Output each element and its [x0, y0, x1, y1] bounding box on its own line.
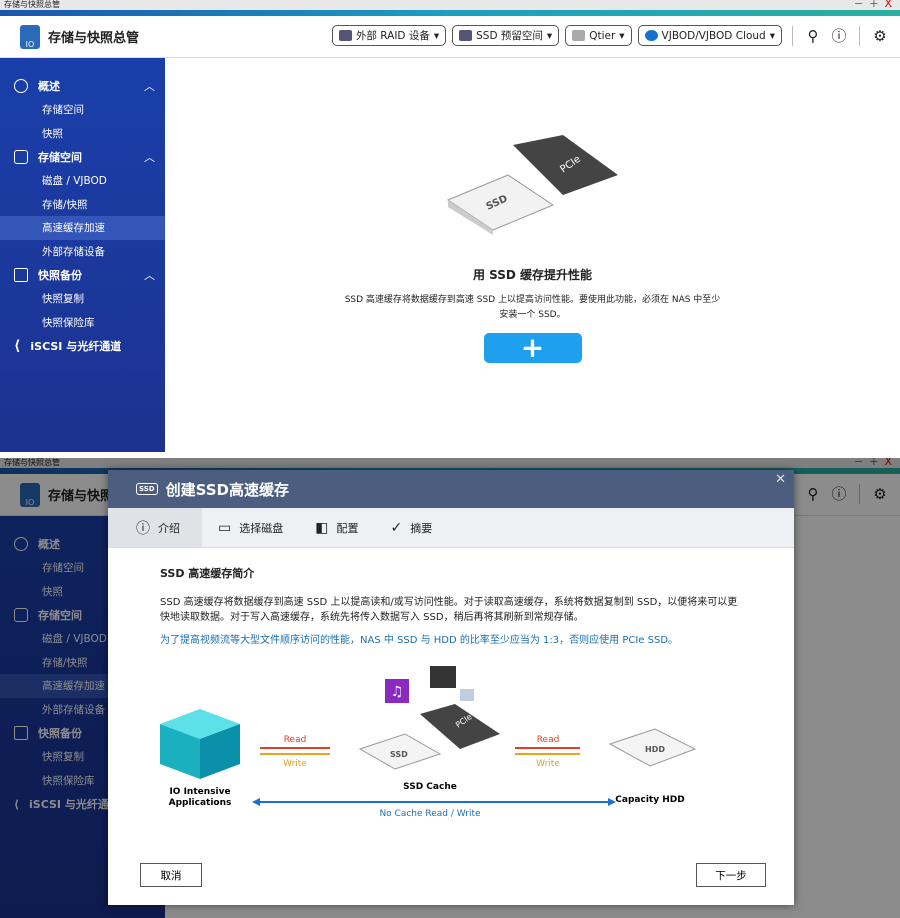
ssd-cache-diagram: IO Intensive Applications Read Write ♫ P… [140, 654, 720, 824]
capacity-hdd-label: Capacity HDD [615, 795, 684, 805]
app-header: IO 存储与快照总管 外部 RAID 设备 ▾ SSD 预留空间 ▾ Qtier… [0, 16, 900, 58]
vjbod-dropdown[interactable]: VJBOD/VJBOD Cloud ▾ [638, 25, 782, 46]
read-label: Read [284, 735, 307, 745]
ssd-overprovision-dropdown[interactable]: SSD 预留空间 ▾ [452, 25, 559, 46]
sidebar-item-external-storage[interactable]: 外部存储设备 [0, 240, 165, 264]
help-icon[interactable]: ⓘ [829, 25, 849, 46]
external-raid-dropdown[interactable]: 外部 RAID 设备 ▾ [332, 25, 446, 46]
group-label: 存储空间 [38, 149, 82, 165]
empty-title: 用 SSD 缓存提升性能 [165, 266, 900, 283]
no-cache-label: No Cache Read / Write [379, 809, 481, 819]
ssd-label: SSD [390, 750, 408, 759]
sidebar-group-iscsi[interactable]: ⟨ iSCSI 与光纤通道 [0, 334, 165, 358]
divider [859, 26, 860, 46]
ssd-cache-label: SSD Cache [403, 782, 457, 792]
bottom-screen: 存储与快照总管 −+X IO 存储与快照总管 ⚲ⓘ⚙ 概述 存储空间 快照 存储… [0, 458, 900, 918]
app-label: IO Intensive [169, 787, 230, 797]
app-cube-icon [160, 709, 240, 779]
qtier-icon [572, 30, 585, 41]
sidebar-item-cache-acceleration[interactable]: 高速缓存加速 [0, 216, 165, 240]
dropdown-label: 外部 RAID 设备 [356, 28, 430, 43]
sidebar-group-backup[interactable]: 快照备份 ︿ [0, 263, 165, 287]
group-label: 概述 [38, 78, 60, 94]
minimize-button[interactable]: − [854, 0, 863, 10]
qtier-dropdown[interactable]: Qtier ▾ [565, 25, 631, 46]
sidebar-group-overview[interactable]: 概述 ︿ [0, 74, 165, 98]
dashboard-icon [14, 79, 28, 93]
sidebar-group-storage[interactable]: 存储空间 ︿ [0, 145, 165, 169]
vjbod-icon [645, 30, 658, 41]
ratio-note: 为了提高视频流等大型文件顺序访问的性能，NAS 中 SSD 与 HDD 的比率至… [160, 633, 742, 648]
diagnostic-icon[interactable]: ⚲ [803, 27, 823, 45]
window-titlebar: 存储与快照总管 −+ X [0, 0, 900, 10]
divider [792, 26, 793, 46]
info-icon: ⓘ [136, 518, 150, 538]
arrow-left-icon: ⟨ [14, 338, 20, 354]
step-label: 摘要 [410, 520, 432, 536]
chevron-up-icon: ︿ [144, 267, 155, 283]
cancel-button[interactable]: 取消 [140, 863, 202, 887]
next-button[interactable]: 下一步 [696, 863, 766, 887]
add-cache-button[interactable]: + [484, 333, 582, 363]
empty-state: PCIe SSD 用 SSD 缓存提升性能 SSD 高速缓存将数据缓存到高速 S… [165, 135, 900, 363]
close-icon[interactable]: ✕ [775, 472, 786, 487]
dialog-title: 创建SSD高速缓存 [166, 479, 289, 500]
maximize-button[interactable]: + [869, 0, 878, 10]
intro-paragraph: SSD 高速缓存将数据缓存到高速 SSD 上以提高读和/或写访问性能。对于读取高… [160, 595, 742, 625]
close-button[interactable]: X [884, 0, 892, 10]
group-label: iSCSI 与光纤通道 [30, 338, 121, 354]
sidebar-item-storage-space[interactable]: 存储空间 [0, 98, 165, 122]
film-icon [430, 666, 456, 688]
top-screen: 存储与快照总管 −+X IO 存储与快照总管 外部 RAID 设备 ▾ SSD … [0, 0, 900, 452]
app-logo-icon: IO [20, 25, 40, 49]
config-icon: ◧ [315, 520, 328, 536]
empty-desc: SSD 高速缓存将数据缓存到高速 SSD 上以提高访问性能。要使用此功能，必须在… [165, 293, 900, 323]
gear-icon[interactable]: ⚙ [870, 27, 890, 45]
step-label: 介绍 [158, 520, 180, 536]
step-configure: ◧ 配置 [299, 508, 374, 547]
dropdown-label: VJBOD/VJBOD Cloud [662, 30, 766, 42]
cubes-icon [460, 689, 474, 701]
wizard-steps: ⓘ 介绍 ▭ 选择磁盘 ◧ 配置 ✓ 摘要 [108, 508, 794, 548]
sidebar-item-disks[interactable]: 磁盘 / VJBOD [0, 169, 165, 193]
write-label: Write [536, 759, 560, 769]
step-summary: ✓ 摘要 [374, 508, 448, 547]
window-title: 存储与快照总管 [4, 0, 60, 9]
write-label: Write [283, 759, 307, 769]
dialog-body: SSD 高速缓存简介 SSD 高速缓存将数据缓存到高速 SSD 上以提高读和/或… [108, 548, 794, 829]
ssd-illustration-icon: PCIe SSD [443, 135, 623, 235]
sidebar-item-snapshot-vault[interactable]: 快照保险库 [0, 311, 165, 335]
group-label: 快照备份 [38, 267, 82, 283]
step-label: 选择磁盘 [239, 520, 283, 536]
create-ssd-cache-dialog: SSD 创建SSD高速缓存 ✕ ⓘ 介绍 ▭ 选择磁盘 ◧ 配置 ✓ 摘要 SSD 高速缓存… [108, 470, 794, 905]
ssd-icon [459, 30, 472, 41]
chevron-up-icon: ︿ [144, 78, 155, 94]
sidebar: 概述 ︿ 存储空间 快照 存储空间 ︿ 磁盘 / VJBOD 存储/快照 高速缓存加… [0, 58, 165, 452]
step-intro: ⓘ 介绍 [108, 508, 202, 547]
check-circle-icon: ✓ [390, 520, 402, 536]
app-label: Applications [169, 798, 232, 808]
database-icon [14, 150, 28, 164]
step-select-disks: ▭ 选择磁盘 [202, 508, 299, 547]
chevron-up-icon: ︿ [144, 149, 155, 165]
svg-text:♫: ♫ [391, 684, 404, 700]
raid-icon [339, 30, 352, 41]
disk-icon: ▭ [218, 520, 231, 536]
desc-line: SSD 高速缓存将数据缓存到高速 SSD 上以提高访问性能。要使用此功能，必须在… [165, 293, 900, 308]
section-heading: SSD 高速缓存简介 [160, 566, 742, 581]
dropdown-label: Qtier [589, 30, 615, 42]
dropdown-label: SSD 预留空间 [476, 28, 543, 43]
step-label: 配置 [336, 520, 358, 536]
sidebar-item-storage-snapshots[interactable]: 存储/快照 [0, 193, 165, 217]
dialog-header: SSD 创建SSD高速缓存 ✕ [108, 470, 794, 508]
read-label: Read [537, 735, 560, 745]
hdd-label: HDD [645, 745, 665, 754]
backup-icon [14, 268, 28, 282]
sidebar-item-snapshot-replica[interactable]: 快照复制 [0, 287, 165, 311]
app-title: 存储与快照总管 [48, 27, 139, 46]
desc-line: 安装一个 SSD。 [165, 308, 900, 323]
ssd-icon: SSD [136, 483, 158, 495]
sidebar-item-snapshot[interactable]: 快照 [0, 122, 165, 146]
